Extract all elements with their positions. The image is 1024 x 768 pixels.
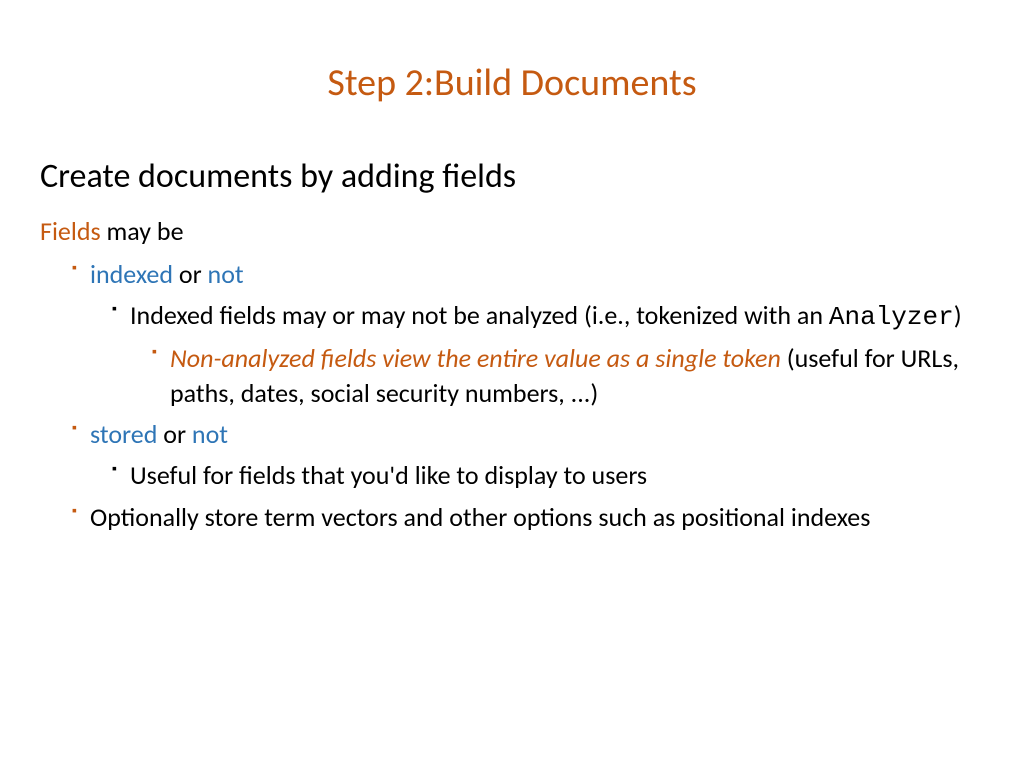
stored-word: stored xyxy=(90,418,157,450)
analyzed-part1: Indexed fields may or may not be analyze… xyxy=(130,299,829,331)
indexed-word: indexed xyxy=(90,258,173,290)
or-text-2: or xyxy=(157,418,192,450)
fields-intro: Fields may be xyxy=(40,215,984,247)
slide-subtitle: Create documents by adding fields xyxy=(40,156,984,197)
not-word-2: not xyxy=(192,418,228,450)
bullet-display-users: Useful for fields that you'd like to dis… xyxy=(130,458,984,493)
not-word-1: not xyxy=(208,258,244,290)
fields-rest: may be xyxy=(101,215,184,247)
analyzer-mono: Analyzer xyxy=(829,302,954,332)
fields-word: Fields xyxy=(40,215,101,247)
or-text-1: or xyxy=(173,258,208,290)
slide-title: Step 2:Build Documents xyxy=(40,60,984,106)
bullet-indexed: indexed or not xyxy=(90,257,984,292)
bullet-non-analyzed: Non-analyzed fields view the entire valu… xyxy=(170,341,984,411)
bullet-analyzed-note: Indexed fields may or may not be analyze… xyxy=(130,298,984,335)
analyzed-part2: ) xyxy=(954,299,962,331)
non-analyzed-italic: Non-analyzed fields view the entire valu… xyxy=(170,342,781,374)
bullet-stored: stored or not xyxy=(90,417,984,452)
bullet-term-vectors: Optionally store term vectors and other … xyxy=(90,500,984,535)
